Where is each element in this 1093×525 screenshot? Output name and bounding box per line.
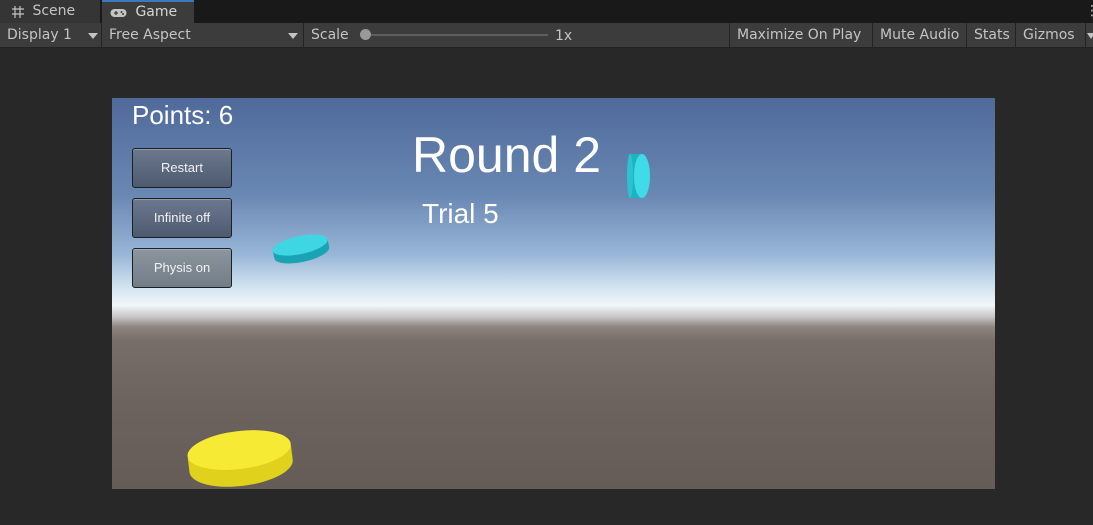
points-text: Points: 6 — [132, 100, 234, 130]
aspect-dropdown[interactable]: Free Aspect — [102, 23, 304, 47]
stats-toggle[interactable]: Stats — [967, 23, 1016, 47]
round-title: Round 2 — [412, 127, 602, 183]
mute-label: Mute Audio — [880, 27, 960, 43]
scale-value: 1x — [555, 28, 573, 44]
gizmos-dropdown-icon[interactable] — [1087, 33, 1093, 39]
tab-scene-label: Scene — [32, 3, 76, 19]
chevron-down-icon — [88, 33, 98, 39]
mute-audio-toggle[interactable]: Mute Audio — [873, 23, 967, 47]
gamepad-icon — [110, 4, 131, 20]
scale-slider-thumb[interactable] — [360, 29, 371, 40]
trial-text: Trial 5 — [422, 198, 499, 229]
scale-label: Scale — [311, 27, 349, 43]
tab-scene[interactable]: Scene — [0, 0, 101, 23]
chevron-down-icon — [288, 33, 298, 39]
cyan-disc-upright — [627, 154, 650, 198]
scale-slider-track[interactable] — [366, 34, 548, 36]
infinite-toggle-button[interactable]: Infinite off — [132, 198, 232, 238]
gizmos-toggle[interactable]: Gizmos — [1016, 23, 1086, 47]
tab-bar: Scene Game ⋮ — [0, 0, 1093, 23]
display-value: Display 1 — [7, 27, 72, 43]
tab-game-label: Game — [135, 4, 178, 20]
game-toolbar: Display 1 Free Aspect Scale 1x Maximize … — [0, 23, 1093, 48]
grid-icon — [12, 3, 28, 19]
maximize-label: Maximize On Play — [737, 27, 862, 43]
gizmos-label: Gizmos — [1023, 27, 1075, 43]
restart-button[interactable]: Restart — [132, 148, 232, 188]
aspect-value: Free Aspect — [109, 27, 191, 43]
tab-game[interactable]: Game — [102, 0, 194, 23]
maximize-on-play-toggle[interactable]: Maximize On Play — [730, 23, 873, 47]
display-dropdown[interactable]: Display 1 — [0, 23, 102, 47]
yellow-disc — [187, 430, 293, 487]
game-viewport[interactable]: Points: 6 Restart Infinite off Physis on… — [112, 98, 995, 489]
more-options-icon[interactable]: ⋮ — [1085, 2, 1093, 20]
physics-toggle-button[interactable]: Physis on — [132, 248, 232, 288]
stats-label: Stats — [974, 27, 1010, 43]
cyan-disc-tilted — [272, 234, 330, 264]
